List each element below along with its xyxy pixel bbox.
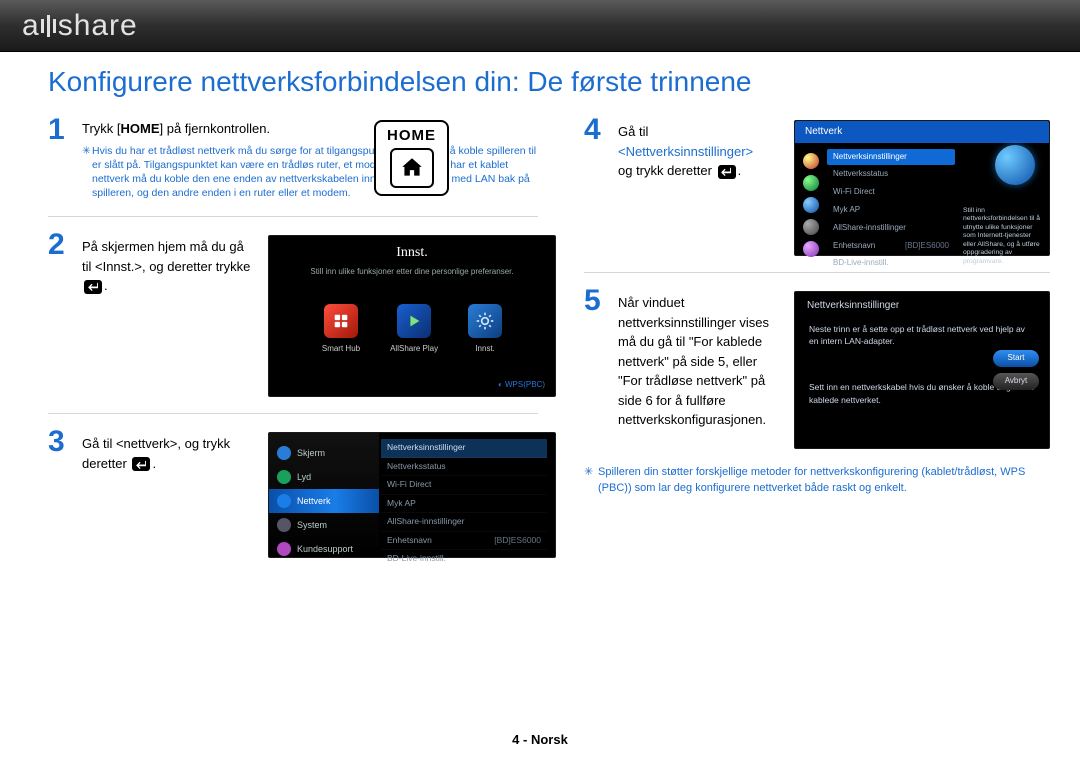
step3-text: Gå til <nettverk>, og trykk deretter <box>82 436 230 471</box>
tv-title: Innst. <box>269 236 555 263</box>
dialog-title: Nettverksinnstillinger <box>795 292 1049 317</box>
submenu-row: Nettverksinnstillinger <box>381 439 547 457</box>
tv-screenshot-network-menu: Skjerm Lyd Nettverk System Kundesupport … <box>268 432 556 558</box>
step-number: 2 <box>48 231 72 397</box>
page-title: Konfigurere nettverksforbindelsen din: D… <box>48 66 1050 98</box>
panel-row: Nettverksstatus <box>827 166 955 183</box>
smart-hub-icon <box>324 304 358 338</box>
panel-row: BD-Live-innstill. <box>827 255 955 272</box>
enter-icon <box>132 457 150 471</box>
hub-allshare-play: AllShare Play <box>390 304 438 355</box>
panel-info: Still inn nettverksforbindelsen til å ut… <box>963 149 1041 274</box>
step1-note: ✳Hvis du har et trådløst nettverk må du … <box>82 144 538 201</box>
step5-text: Når vinduet nettverksinnstillinger vises… <box>618 295 769 427</box>
tv-screenshot-network-settings: Nettverksinnstillinger Neste trinn er å … <box>794 291 1050 449</box>
menu-item-support: Kundesupport <box>269 537 379 561</box>
header-bar: ashare <box>0 0 1080 52</box>
tv-screenshot-settings-home: Innst. Still inn ulike funksjoner etter … <box>268 235 556 397</box>
dialog-text-1: Neste trinn er å sette opp et trådløst n… <box>809 323 1035 348</box>
step-number: 3 <box>48 428 72 558</box>
side-icon-rail <box>803 149 819 274</box>
tv-screenshot-network-panel: Nettverk Nettverksinn <box>794 120 1050 256</box>
menu-item-display: Skjerm <box>269 441 379 465</box>
home-remote-key: HOME <box>374 120 449 196</box>
step4-text-c: og trykk deretter <box>618 163 712 178</box>
footnote: ✳Spilleren din støtter forskjellige meto… <box>584 465 1050 496</box>
menu-item-network: Nettverk <box>269 489 379 513</box>
house-icon <box>390 148 434 188</box>
step1-text-c: ] på fjernkontrollen. <box>160 121 271 136</box>
step-2: 2 På skjermen hjem må du gå til <Innst.>… <box>48 231 538 397</box>
hub-smart-hub: Smart Hub <box>322 304 360 355</box>
step-number: 1 <box>48 116 72 200</box>
panel-row: Enhetsnavn[BD]ES6000 <box>827 238 955 255</box>
page-footer: 4 - Norsk <box>0 732 1080 747</box>
panel-header: Nettverk <box>795 121 1049 143</box>
panel-row: Nettverksinnstillinger <box>827 149 955 166</box>
submenu-row: Wi-Fi Direct <box>381 476 547 494</box>
enter-icon <box>84 280 102 294</box>
allshare-play-icon <box>397 304 431 338</box>
enter-icon <box>718 165 736 179</box>
globe-icon <box>995 145 1035 185</box>
start-button[interactable]: Start <box>993 350 1039 367</box>
step1-text-a: Trykk [ <box>82 121 121 136</box>
submenu-row: AllShare-innstillinger <box>381 513 547 531</box>
step4-highlight: <Nettverksinnstillinger> <box>618 144 753 159</box>
submenu-row: BD-Live-innstill. <box>381 550 547 568</box>
gear-icon <box>468 304 502 338</box>
tv-subtitle: Still inn ulike funksjoner etter dine pe… <box>269 267 555 278</box>
step2-text: På skjermen hjem må du gå til <Innst.>, … <box>82 239 250 274</box>
panel-row: Wi-Fi Direct <box>827 184 955 201</box>
home-key-label: HOME <box>376 126 447 146</box>
menu-item-sound: Lyd <box>269 465 379 489</box>
divider <box>48 413 538 414</box>
logo-bars-icon <box>41 15 56 37</box>
step4-text-a: Gå til <box>618 124 648 139</box>
submenu-row: Myk AP <box>381 495 547 513</box>
wps-indicator: ◐ WPS(PBC) <box>498 380 545 391</box>
step-number: 5 <box>584 287 608 449</box>
step-4: 4 Gå til <Nettverksinnstillinger> og try… <box>584 116 1050 256</box>
submenu-row: Enhetsnavn[BD]ES6000 <box>381 532 547 550</box>
submenu-row: Nettverksstatus <box>381 458 547 476</box>
step-5: 5 Når vinduet nettverksinnstillinger vis… <box>584 287 1050 449</box>
step1-text-home: HOME <box>121 121 160 136</box>
hub-settings: Innst. <box>468 304 502 355</box>
menu-item-system: System <box>269 513 379 537</box>
panel-row: AllShare-innstillinger <box>827 220 955 237</box>
divider <box>48 216 538 217</box>
panel-row: Myk AP <box>827 202 955 219</box>
brand-logo: ashare <box>22 9 138 43</box>
step-1: 1 HOME Trykk [HOME] på fjernkontrollen. … <box>48 116 538 200</box>
cancel-button[interactable]: Avbryt <box>993 373 1039 390</box>
step-number: 4 <box>584 116 608 256</box>
step-3: 3 Gå til <nettverk>, og trykk deretter .… <box>48 428 538 558</box>
